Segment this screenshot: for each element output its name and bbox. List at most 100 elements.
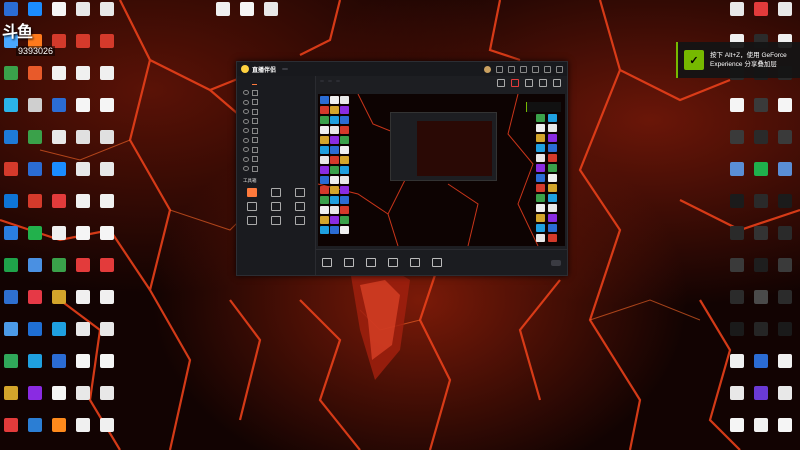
lock-icon[interactable] — [252, 89, 258, 96]
visibility-icon[interactable] — [243, 137, 249, 143]
shortcut-desktop-icon[interactable] — [48, 128, 70, 158]
app-titlebar[interactable]: 直播伴侣 — [237, 62, 567, 76]
tool-button[interactable] — [289, 201, 311, 212]
shortcut-desktop-icon[interactable] — [726, 416, 748, 446]
shortcut-desktop-icon[interactable] — [0, 256, 22, 286]
shortcut-desktop-icon[interactable] — [48, 320, 70, 350]
shortcut-desktop-icon[interactable] — [726, 96, 748, 126]
shortcut-desktop-icon[interactable] — [260, 0, 282, 30]
sidebar-tab[interactable] — [252, 79, 258, 85]
skin-icon[interactable] — [508, 65, 515, 73]
shortcut-desktop-icon[interactable] — [774, 352, 796, 382]
shortcut-desktop-icon[interactable] — [774, 192, 796, 222]
shortcut-desktop-icon[interactable] — [96, 96, 118, 126]
shortcut-desktop-icon[interactable] — [96, 224, 118, 254]
shortcut-desktop-icon[interactable] — [24, 192, 46, 222]
shortcut-desktop-icon[interactable] — [24, 384, 46, 414]
scene-item[interactable] — [237, 126, 315, 136]
tool-button[interactable] — [241, 187, 263, 198]
shortcut-desktop-icon[interactable] — [774, 320, 796, 350]
shortcut-desktop-icon[interactable] — [96, 128, 118, 158]
shortcut-desktop-icon[interactable] — [96, 256, 118, 286]
shortcut-desktop-icon[interactable] — [726, 384, 748, 414]
screenshot-icon[interactable] — [539, 79, 547, 87]
bottom-action-button[interactable] — [344, 257, 354, 268]
shortcut-desktop-icon[interactable] — [96, 192, 118, 222]
shortcut-desktop-icon[interactable] — [48, 64, 70, 94]
bottom-action-button[interactable] — [432, 257, 442, 268]
shortcut-desktop-icon[interactable] — [0, 160, 22, 190]
stream-tag[interactable] — [328, 80, 332, 82]
shortcut-desktop-icon[interactable] — [726, 352, 748, 382]
shortcut-desktop-icon[interactable] — [48, 192, 70, 222]
shortcut-desktop-icon[interactable] — [72, 416, 94, 446]
sidebar-tab[interactable] — [263, 79, 268, 85]
stream-tag[interactable] — [320, 80, 324, 82]
minimize-icon[interactable] — [532, 65, 539, 73]
shortcut-desktop-icon[interactable] — [774, 128, 796, 158]
shortcut-desktop-icon[interactable] — [24, 288, 46, 318]
settings-icon[interactable] — [496, 65, 503, 73]
shortcut-desktop-icon[interactable] — [72, 384, 94, 414]
lock-icon[interactable] — [252, 108, 258, 115]
shortcut-desktop-icon[interactable] — [24, 256, 46, 286]
tool-button[interactable] — [241, 201, 263, 212]
lock-icon[interactable] — [252, 127, 258, 134]
shortcut-desktop-icon[interactable] — [726, 256, 748, 286]
shortcut-desktop-icon[interactable] — [72, 160, 94, 190]
lock-icon[interactable] — [252, 156, 258, 163]
shortcut-desktop-icon[interactable] — [726, 160, 748, 190]
lock-icon[interactable] — [497, 79, 505, 87]
tool-button[interactable] — [241, 215, 263, 226]
scene-item[interactable] — [237, 107, 315, 117]
visibility-icon[interactable] — [243, 128, 249, 134]
shortcut-desktop-icon[interactable] — [72, 64, 94, 94]
lock-icon[interactable] — [252, 146, 258, 153]
shortcut-desktop-icon[interactable] — [24, 352, 46, 382]
bottom-action-button[interactable] — [388, 257, 398, 268]
tool-button[interactable] — [265, 201, 287, 212]
shortcut-desktop-icon[interactable] — [750, 224, 772, 254]
scene-item[interactable] — [237, 136, 315, 146]
stream-tag[interactable] — [336, 80, 340, 82]
bottom-action-button[interactable] — [366, 257, 376, 268]
shortcut-desktop-icon[interactable] — [24, 320, 46, 350]
shortcut-desktop-icon[interactable] — [24, 416, 46, 446]
shortcut-desktop-icon[interactable] — [48, 384, 70, 414]
shortcut-desktop-icon[interactable] — [750, 256, 772, 286]
shortcut-desktop-icon[interactable] — [774, 160, 796, 190]
shortcut-desktop-icon[interactable] — [96, 416, 118, 446]
shortcut-desktop-icon[interactable] — [24, 128, 46, 158]
visibility-icon[interactable] — [243, 109, 249, 115]
shortcut-desktop-icon[interactable] — [48, 416, 70, 446]
shortcut-desktop-icon[interactable] — [96, 384, 118, 414]
shortcut-desktop-icon[interactable] — [72, 256, 94, 286]
share-icon[interactable] — [553, 79, 561, 87]
scene-item[interactable] — [237, 88, 315, 98]
visibility-icon[interactable] — [243, 99, 249, 105]
shortcut-desktop-icon[interactable] — [48, 256, 70, 286]
scene-item[interactable] — [237, 145, 315, 155]
shortcut-desktop-icon[interactable] — [48, 160, 70, 190]
visibility-icon[interactable] — [243, 156, 249, 162]
shortcut-desktop-icon[interactable] — [726, 192, 748, 222]
visibility-icon[interactable] — [243, 166, 249, 172]
bottom-action-button[interactable] — [322, 257, 332, 268]
shortcut-desktop-icon[interactable] — [0, 224, 22, 254]
scene-item[interactable] — [237, 155, 315, 165]
shortcut-desktop-icon[interactable] — [750, 320, 772, 350]
shortcut-desktop-icon[interactable] — [750, 352, 772, 382]
shortcut-desktop-icon[interactable] — [96, 0, 118, 30]
shortcut-desktop-icon[interactable] — [0, 64, 22, 94]
tool-button[interactable] — [289, 215, 311, 226]
shortcut-desktop-icon[interactable] — [0, 128, 22, 158]
shortcut-desktop-icon[interactable] — [750, 96, 772, 126]
shortcut-desktop-icon[interactable] — [774, 288, 796, 318]
scene-item[interactable] — [237, 117, 315, 127]
shortcut-desktop-icon[interactable] — [750, 0, 772, 30]
shortcut-desktop-icon[interactable] — [24, 224, 46, 254]
lock-icon[interactable] — [252, 99, 258, 106]
shortcut-desktop-icon[interactable] — [726, 128, 748, 158]
shortcut-desktop-icon[interactable] — [72, 128, 94, 158]
shortcut-desktop-icon[interactable] — [750, 192, 772, 222]
